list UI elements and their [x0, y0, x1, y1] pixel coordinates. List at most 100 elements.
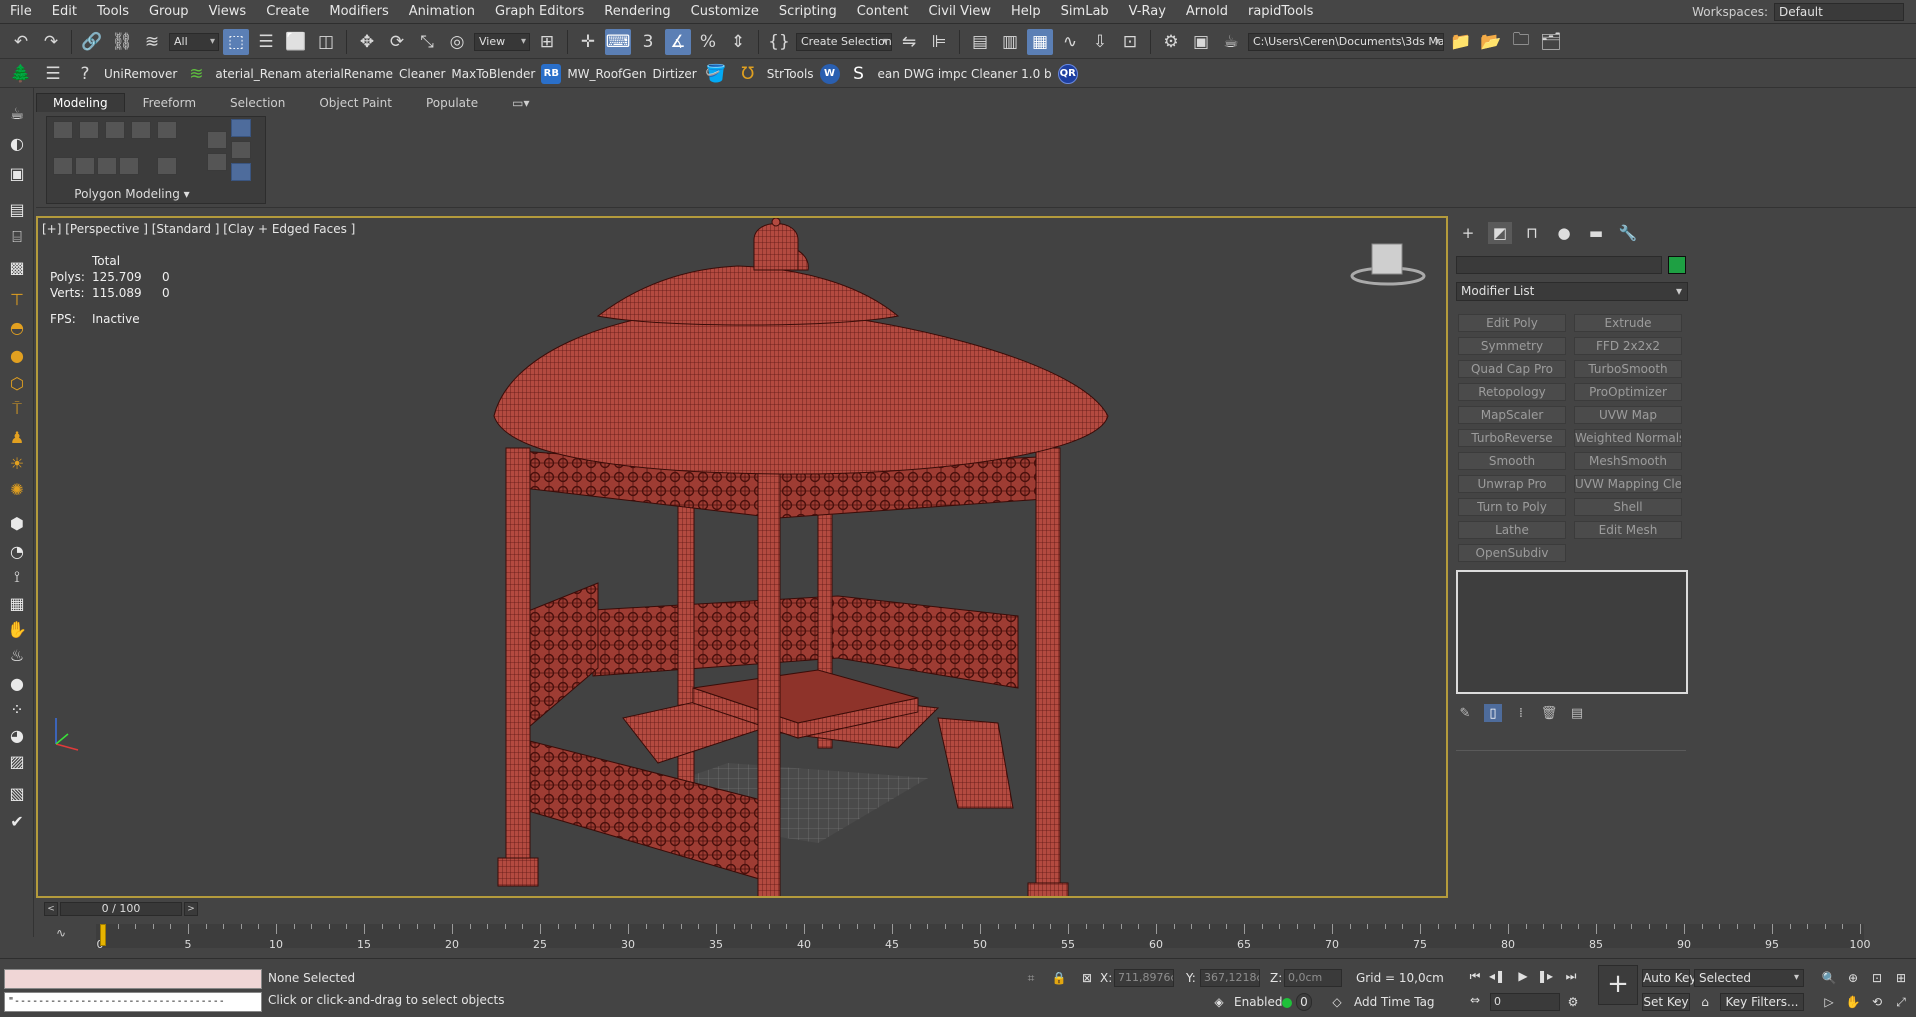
time-slider-thumb[interactable]: 0 / 100: [60, 902, 182, 916]
motion-tab-icon[interactable]: ●: [1552, 222, 1576, 244]
grass-icon[interactable]: ✋: [5, 618, 29, 640]
modifier-stack-icon[interactable]: ▤: [5, 198, 29, 220]
select-by-name-icon[interactable]: ☰: [253, 29, 279, 55]
keyboard-shortcut-override-icon[interactable]: ⌨: [605, 28, 631, 55]
create-tab-icon[interactable]: +: [1456, 222, 1480, 244]
schematic-view-icon[interactable]: ⇩: [1087, 29, 1113, 55]
utilities-tab-icon[interactable]: 🔧: [1616, 222, 1640, 244]
y-coordinate-field[interactable]: 367,1218cl: [1200, 969, 1260, 987]
menu-content[interactable]: Content: [847, 4, 919, 19]
w-tool-icon[interactable]: W: [819, 63, 840, 84]
pin-stack-icon[interactable]: ✎: [1456, 704, 1474, 722]
fur-icon[interactable]: ◔: [5, 540, 29, 562]
orbit-icon[interactable]: ⟲: [1868, 993, 1886, 1011]
roofgen-button[interactable]: MW_RoofGen: [567, 67, 646, 81]
cleaner-button[interactable]: Cleaner: [399, 67, 445, 81]
absolute-mode-icon[interactable]: ⊠: [1078, 969, 1096, 987]
modifier-button[interactable]: Unwrap Pro: [1458, 475, 1566, 493]
u-tool-icon[interactable]: Ʊ: [735, 61, 761, 87]
modifier-button[interactable]: OpenSubdiv: [1458, 544, 1566, 562]
object-name-field[interactable]: [1456, 256, 1662, 274]
modifier-button[interactable]: Smooth: [1458, 452, 1566, 470]
layer-icon[interactable]: ▧: [5, 782, 29, 804]
pan-icon[interactable]: ✋: [1844, 993, 1862, 1011]
shrink-selection-icon[interactable]: [207, 153, 227, 171]
selection-lock-icon[interactable]: 🔒: [1050, 969, 1068, 987]
selection-filter-dropdown[interactable]: All: [169, 32, 219, 51]
material-ball-icon[interactable]: ●: [5, 672, 29, 694]
toggle-layer-explorer-icon[interactable]: ▥: [997, 29, 1023, 55]
modifier-button[interactable]: UVW Map: [1574, 406, 1682, 424]
workspace-dropdown[interactable]: Default: [1774, 2, 1904, 21]
menu-edit[interactable]: Edit: [42, 4, 87, 19]
material-rename-button[interactable]: aterial_Renam aterialRename: [215, 67, 393, 81]
menu-create[interactable]: Create: [256, 4, 319, 19]
menu-vray[interactable]: V-Ray: [1119, 4, 1176, 19]
add-time-tag-button[interactable]: Add Time Tag: [1354, 995, 1435, 1009]
menu-modifiers[interactable]: Modifiers: [319, 4, 398, 19]
set-key-button[interactable]: Set Key: [1642, 993, 1690, 1011]
save-folder-icon[interactable]: 🗀: [1508, 29, 1534, 55]
time-config-icon[interactable]: ⚙: [1564, 993, 1582, 1011]
modifier-button[interactable]: MeshSmooth: [1574, 452, 1682, 470]
select-object-icon[interactable]: ⬚: [223, 28, 249, 55]
ies-light-icon[interactable]: ⬡: [5, 372, 29, 394]
adaptive-degradation-icon[interactable]: ◈: [1210, 993, 1228, 1011]
scene-tree-icon[interactable]: 🌲: [8, 61, 34, 87]
zoom-icon[interactable]: 🔍: [1820, 969, 1838, 987]
multi-material-icon[interactable]: ⁘: [5, 698, 29, 720]
render-production-icon[interactable]: ☕: [1218, 29, 1244, 55]
tab-modeling[interactable]: Modeling: [36, 93, 125, 112]
modifier-button[interactable]: ProOptimizer: [1574, 383, 1682, 401]
toggle-scene-explorer-icon[interactable]: ▤: [967, 29, 993, 55]
modifier-button[interactable]: Shell: [1574, 498, 1682, 516]
modifier-button[interactable]: Weighted Normals: [1574, 429, 1682, 447]
undo-icon[interactable]: ↶: [8, 29, 34, 55]
show-cage-icon[interactable]: [231, 119, 251, 137]
maxscript-listener-input[interactable]: [4, 969, 262, 989]
modifier-button[interactable]: Lathe: [1458, 521, 1566, 539]
redo-icon[interactable]: ↷: [38, 29, 64, 55]
pivot-center-icon[interactable]: ⊞: [534, 29, 560, 55]
menu-help[interactable]: Help: [1001, 4, 1051, 19]
edge-mode-icon[interactable]: [79, 121, 99, 139]
menu-rendering[interactable]: Rendering: [594, 4, 680, 19]
mesh-light-icon[interactable]: ♟: [5, 426, 29, 448]
modifier-list-dropdown[interactable]: Modifier List: [1456, 282, 1688, 301]
modifier-button[interactable]: TurboSmooth: [1574, 360, 1682, 378]
bind-space-warp-icon[interactable]: ≋: [139, 29, 165, 55]
auto-key-button[interactable]: Auto Key: [1642, 969, 1696, 987]
tab-freeform[interactable]: Freeform: [127, 94, 212, 112]
show-end-result-icon[interactable]: ▯: [1484, 704, 1502, 722]
render-setup-icon[interactable]: ⚙: [1158, 29, 1184, 55]
menu-animation[interactable]: Animation: [399, 4, 485, 19]
help-icon[interactable]: ?: [72, 61, 98, 87]
angle-snap-icon[interactable]: ∡: [665, 28, 691, 55]
ignore-backfacing-icon[interactable]: [97, 157, 117, 175]
goto-end-icon[interactable]: ⏭: [1562, 967, 1580, 985]
paint-bucket-icon[interactable]: 🪣: [703, 61, 729, 87]
menu-file[interactable]: File: [0, 4, 42, 19]
light-icon[interactable]: ⊤: [5, 288, 29, 310]
dwg-cleaner-button[interactable]: ean DWG impc Cleaner 1.0 b: [878, 67, 1052, 81]
x-coordinate-field[interactable]: 711,8976cl: [1114, 969, 1174, 987]
spot-light-icon[interactable]: ⍑: [5, 398, 29, 420]
menu-group[interactable]: Group: [139, 4, 199, 19]
rotate-icon[interactable]: ⟳: [384, 29, 410, 55]
modifier-button[interactable]: MapScaler: [1458, 406, 1566, 424]
project-path-dropdown[interactable]: C:\Users\Ceren\Documents\3ds Max 2022: [1248, 32, 1444, 51]
placement-icon[interactable]: ◎: [444, 29, 470, 55]
menu-simlab[interactable]: SimLab: [1051, 4, 1119, 19]
spinner-snap-icon[interactable]: ⇕: [725, 29, 751, 55]
ribbon-options-icon[interactable]: ▭▾: [496, 94, 545, 112]
dome-light-icon[interactable]: ◓: [5, 316, 29, 338]
set-key-big-icon[interactable]: +: [1598, 965, 1638, 1005]
goto-start-icon[interactable]: ⏮: [1466, 967, 1484, 985]
strtools-button[interactable]: StrTools: [767, 67, 814, 81]
mirror-icon[interactable]: ⇋: [896, 29, 922, 55]
maximize-viewport-icon[interactable]: ⤢: [1892, 993, 1910, 1011]
modifier-button[interactable]: Quad Cap Pro: [1458, 360, 1566, 378]
percent-snap-icon[interactable]: %: [695, 29, 721, 55]
menu-tools[interactable]: Tools: [87, 4, 139, 19]
time-next-button[interactable]: >: [184, 902, 198, 916]
